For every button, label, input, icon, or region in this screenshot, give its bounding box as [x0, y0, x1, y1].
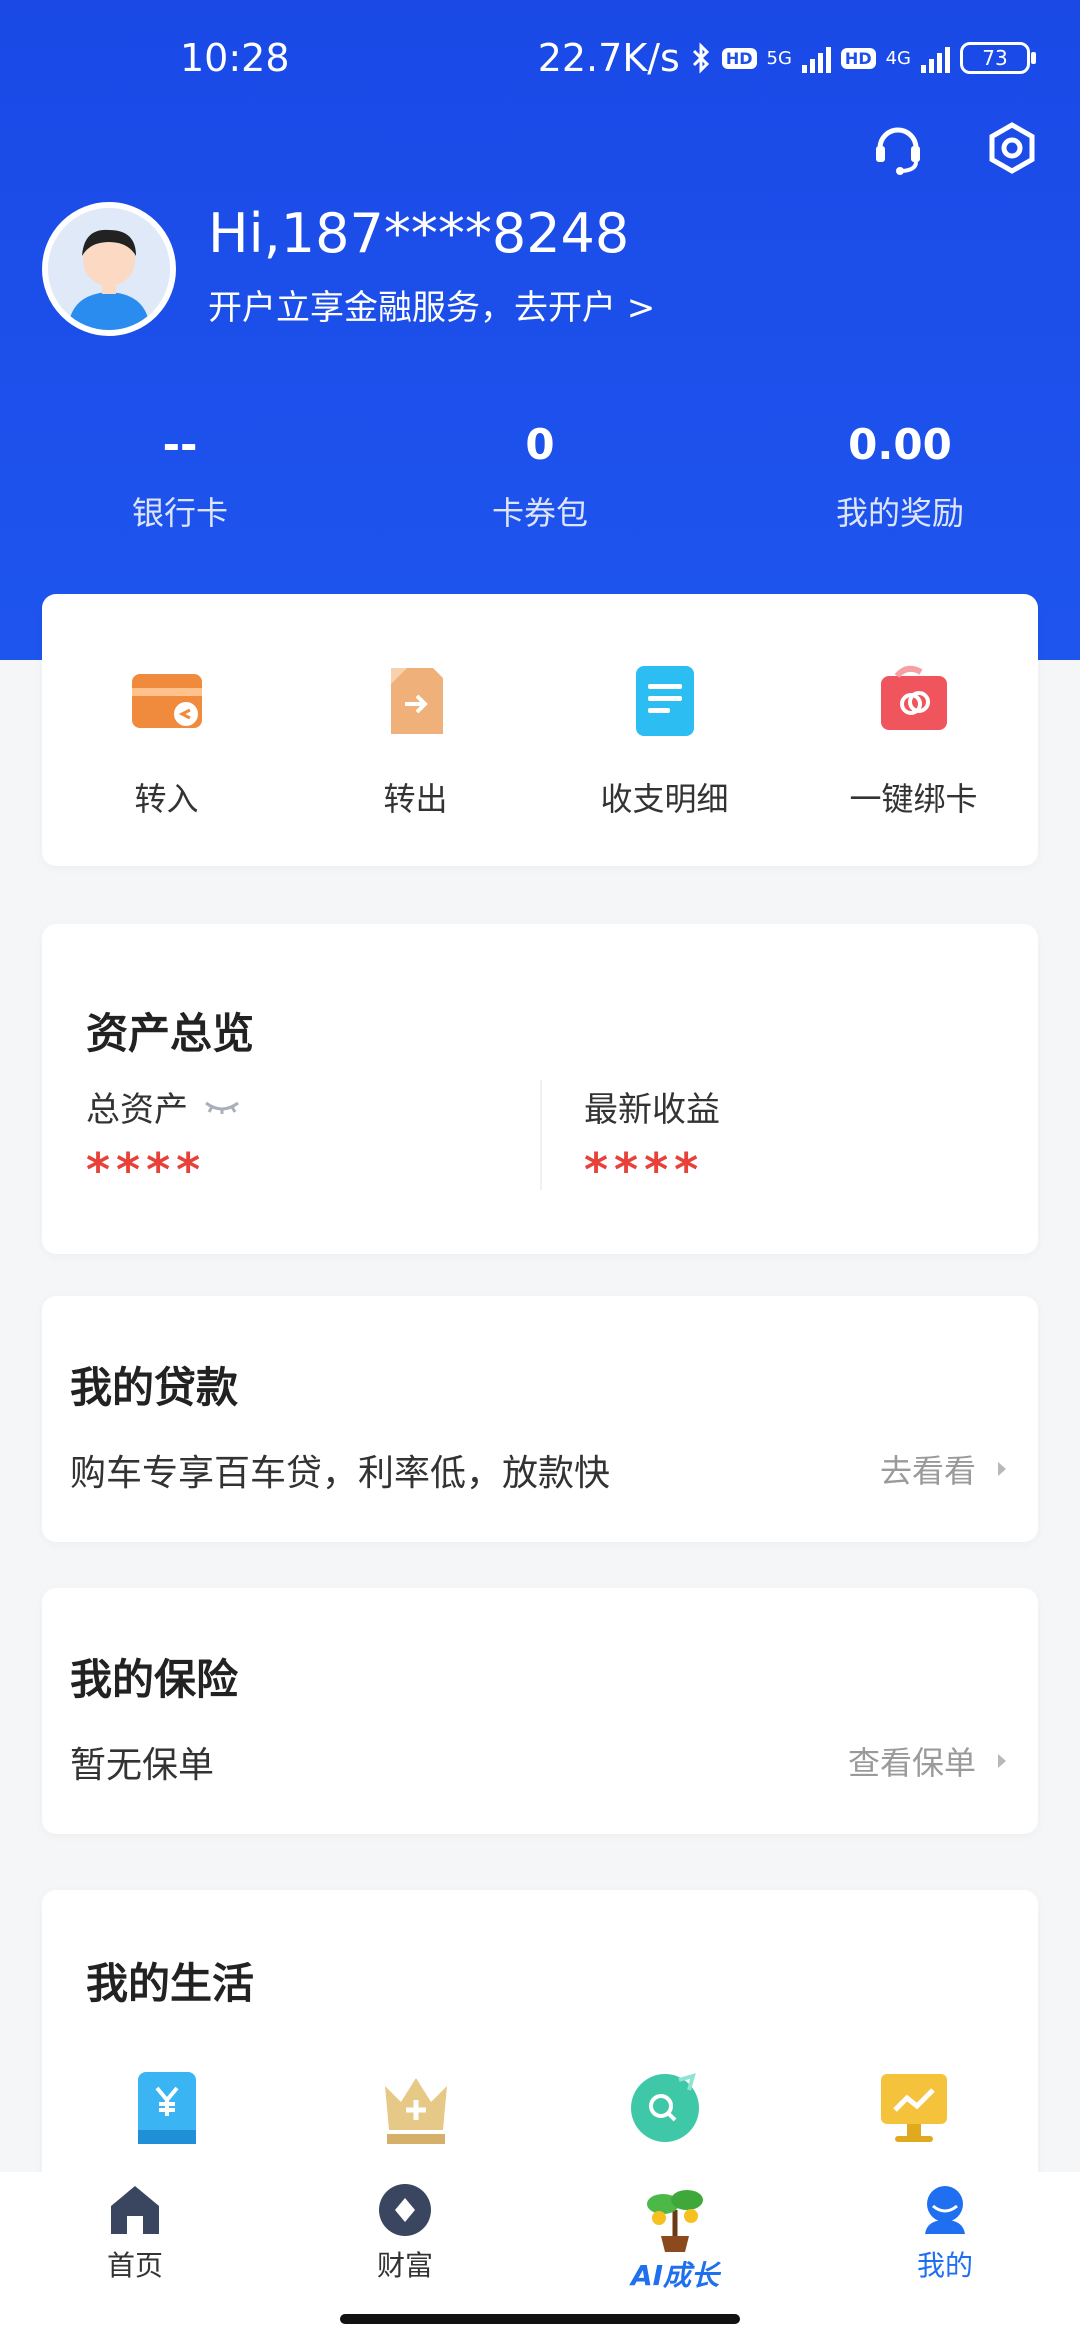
document-out-icon: [379, 664, 453, 738]
status-time: 10:28: [180, 36, 290, 80]
bluetooth-icon: [692, 42, 709, 74]
network-5g: 5G: [766, 47, 792, 69]
life-item-presentation[interactable]: [789, 2070, 1038, 2146]
profile-header: [0, 0, 1080, 660]
loan-link[interactable]: 去看看: [880, 1446, 1008, 1492]
tab-mine[interactable]: 我的: [810, 2172, 1080, 2340]
quick-action-label: 转出: [383, 780, 448, 818]
stat-value: 0.00: [848, 420, 952, 469]
tab-label: AI成长: [630, 2259, 720, 2292]
hd-badge-2: HD: [840, 47, 876, 69]
phone-yuan-icon: [137, 2072, 196, 2144]
stat-label: 卡券包: [491, 494, 588, 532]
settings-icon[interactable]: [984, 120, 1040, 176]
money-tree-icon: [647, 2190, 703, 2252]
search-growth-icon: [630, 2073, 699, 2142]
assets-overview-card[interactable]: 资产总览 总资产 **** 最新收益 ****: [42, 924, 1038, 1254]
crown-icon: [384, 2078, 447, 2144]
network-4g: 4G: [885, 47, 911, 69]
life-card: 我的生活: [42, 1890, 1038, 2210]
section-title: 我的生活: [86, 1959, 255, 2008]
quick-action-transfer-out[interactable]: 转出: [291, 594, 540, 866]
customer-service-icon[interactable]: [870, 120, 926, 176]
signal-icon-2: [921, 43, 950, 73]
user-greeting: Hi,187****8248: [208, 202, 630, 265]
stat-rewards[interactable]: 0.00 我的奖励: [720, 420, 1080, 534]
tab-label: 财富: [376, 2249, 433, 2282]
open-account-link[interactable]: 开户立享金融服务，去开户 >: [208, 280, 655, 329]
quick-action-label: 转入: [134, 780, 199, 818]
stat-label: 我的奖励: [835, 494, 964, 532]
stat-value: --: [162, 420, 198, 469]
section-title: 我的保险: [70, 1655, 239, 1704]
avatar[interactable]: [42, 202, 176, 336]
card-in-icon: [130, 664, 204, 738]
status-bar: 10:28 22.7K/s HD 5G HD 4G 73: [0, 36, 1080, 96]
quick-action-transfer-in[interactable]: 转入: [42, 594, 291, 866]
life-item-search[interactable]: [540, 2070, 789, 2146]
loan-link-label: 去看看: [879, 1452, 976, 1490]
stat-coupons[interactable]: 0 卡券包: [360, 420, 720, 534]
latest-income-value: ****: [584, 1143, 705, 1197]
life-item-phone-pay[interactable]: [42, 2070, 291, 2146]
chart-board-icon: [880, 2074, 947, 2142]
loan-description: 购车专享百车贷，利率低，放款快: [70, 1453, 611, 1494]
tab-label: 我的: [916, 2249, 973, 2282]
tab-label: 首页: [106, 2249, 163, 2282]
link-card-icon: [877, 664, 951, 738]
quick-action-label: 收支明细: [600, 780, 729, 818]
hd-badge: HD: [721, 47, 757, 69]
eye-closed-icon[interactable]: [202, 1097, 242, 1117]
home-icon: [111, 2186, 159, 2234]
user-icon: [925, 2186, 965, 2234]
quick-action-statement[interactable]: 收支明细: [540, 594, 789, 866]
chevron-right-icon: [998, 1462, 1006, 1476]
life-item-membership[interactable]: [291, 2070, 540, 2146]
total-assets-value: ****: [86, 1143, 207, 1197]
stat-bank-card[interactable]: -- 银行卡: [0, 420, 360, 534]
network-speed: 22.7K/s: [537, 36, 680, 80]
total-assets-label: 总资产: [86, 1090, 188, 1130]
section-title: 资产总览: [86, 1009, 255, 1058]
section-title: 我的贷款: [70, 1363, 239, 1412]
insurance-link-label: 查看保单: [847, 1744, 976, 1782]
latest-income-label: 最新收益: [584, 1090, 720, 1130]
loan-card[interactable]: 我的贷款 购车专享百车贷，利率低，放款快 去看看: [42, 1296, 1038, 1542]
quick-actions-card: 转入 转出 收支明细 一键绑卡: [42, 594, 1038, 866]
insurance-description: 暂无保单: [70, 1745, 215, 1786]
insurance-card[interactable]: 我的保险 暂无保单 查看保单: [42, 1588, 1038, 1834]
stat-value: 0: [525, 420, 555, 469]
list-document-icon: [628, 664, 702, 738]
wealth-icon: [379, 2184, 431, 2236]
chevron-right-icon: [998, 1754, 1006, 1768]
tab-home[interactable]: 首页: [0, 2172, 270, 2340]
battery-icon: 73: [960, 42, 1036, 74]
home-indicator[interactable]: [340, 2314, 740, 2324]
divider: [540, 1080, 542, 1190]
signal-icon: [801, 43, 831, 73]
stat-label: 银行卡: [131, 494, 228, 532]
quick-action-bind-card[interactable]: 一键绑卡: [789, 594, 1038, 866]
quick-action-label: 一键绑卡: [849, 780, 978, 818]
insurance-link[interactable]: 查看保单: [848, 1738, 1008, 1784]
